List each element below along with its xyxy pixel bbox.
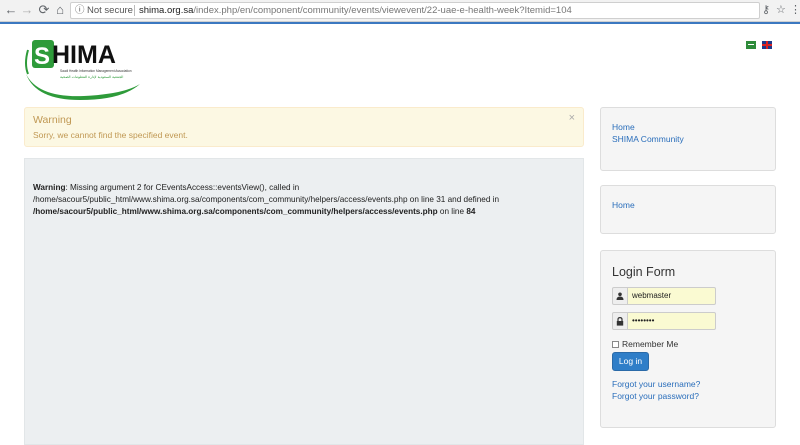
password-field[interactable]: •••••••• [627, 312, 716, 330]
password-group: •••••••• [612, 312, 716, 330]
close-icon[interactable]: × [569, 112, 575, 124]
warning-alert-title: Warning [33, 114, 72, 126]
login-form-module: Login Form webmaster •••••••• Remember M… [600, 250, 776, 428]
warning-alert-message: Sorry, we cannot find the specified even… [33, 130, 188, 140]
back-arrow-icon[interactable]: ← [4, 3, 18, 17]
security-label[interactable]: Not secure [87, 3, 133, 18]
svg-text:HIMA: HIMA [52, 41, 116, 69]
url-path: /index.php/en/component/community/events… [193, 5, 572, 16]
shima-logo[interactable]: S HIMA Saudi Health Information Manageme… [24, 38, 144, 100]
breadcrumb-module: Home SHIMA Community [600, 107, 776, 171]
user-icon [612, 287, 628, 305]
menu-icon[interactable]: ⋮ [790, 3, 800, 17]
username-field[interactable]: webmaster [627, 287, 716, 305]
username-group: webmaster [612, 287, 716, 305]
browser-toolbar: ← → ⟳ ⌂ ⓘ Not secure shima.org.sa/index.… [0, 0, 800, 22]
breadcrumb-link-home[interactable]: Home [612, 122, 635, 132]
forward-arrow-icon[interactable]: → [20, 3, 34, 17]
shima-logo-graphic: S HIMA Saudi Health Information Manageme… [25, 40, 140, 100]
remember-me[interactable]: Remember Me [612, 339, 678, 349]
english-flag-icon[interactable] [762, 41, 772, 49]
main-content-panel: Warning: Missing argument 2 for CEventsA… [24, 158, 584, 445]
php-warning-text-2: /home/sacour5/public_html/www.shima.org.… [33, 195, 500, 204]
address-separator [134, 5, 135, 16]
reload-icon[interactable]: ⟳ [37, 3, 51, 17]
warning-alert: Warning Sorry, we cannot find the specif… [24, 107, 584, 147]
login-button[interactable]: Log in [612, 352, 649, 371]
login-form-title: Login Form [612, 265, 676, 279]
arabic-flag-icon[interactable] [746, 41, 756, 49]
address-bar[interactable]: ⓘ Not secure shima.org.sa/index.php/en/c… [70, 2, 760, 19]
breadcrumb-link-shima-community[interactable]: SHIMA Community [612, 134, 684, 144]
forgot-password-link[interactable]: Forgot your password? [612, 391, 699, 401]
url-host: shima.org.sa [139, 5, 194, 16]
remember-me-label: Remember Me [622, 339, 679, 349]
home-icon[interactable]: ⌂ [53, 3, 67, 17]
php-warning-line: 84 [466, 207, 476, 216]
php-warning-text-1: : Missing argument 2 for CEventsAccess::… [65, 183, 300, 192]
menu-module: Home [600, 185, 776, 234]
forgot-username-link[interactable]: Forgot your username? [612, 379, 700, 389]
remember-me-checkbox[interactable] [612, 341, 619, 348]
svg-text:Saudi Health Information Manag: Saudi Health Information Management Asso… [60, 69, 132, 73]
header-accent-line [0, 22, 800, 24]
menu-link-home[interactable]: Home [612, 200, 635, 210]
url-text[interactable]: shima.org.sa/index.php/en/component/comm… [139, 3, 572, 18]
php-warning-path: /home/sacour5/public_html/www.shima.org.… [33, 207, 438, 216]
php-warning-text-3: on line [437, 207, 467, 216]
svg-text:S: S [34, 43, 50, 70]
info-icon[interactable]: ⓘ [75, 3, 85, 18]
bookmark-star-icon[interactable]: ☆ [776, 3, 786, 17]
svg-text:الجمعية السعودية لإدارة المعلو: الجمعية السعودية لإدارة المعلومات الصحية [60, 75, 123, 80]
lock-icon [612, 312, 628, 330]
php-warning-label: Warning [33, 183, 66, 192]
key-icon[interactable]: ⚷ [762, 3, 770, 17]
php-warning-text: Warning: Missing argument 2 for CEventsA… [33, 182, 578, 218]
